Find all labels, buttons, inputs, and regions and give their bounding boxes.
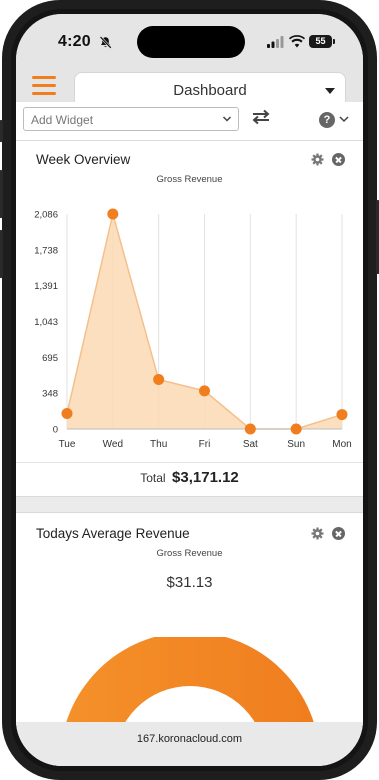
close-icon[interactable]: [332, 153, 345, 166]
y-tick-label: 1,391: [34, 281, 58, 292]
x-tick-label: Sun: [287, 439, 305, 450]
volume-up-button: [0, 170, 3, 218]
week-overview-title: Week Overview: [36, 152, 131, 167]
todays-average-title: Todays Average Revenue: [36, 526, 190, 541]
chevron-down-icon: [222, 116, 232, 122]
dynamic-island: [137, 26, 245, 58]
data-point: [153, 374, 165, 386]
x-tick-label: Thu: [150, 439, 167, 450]
bell-slash-icon: [99, 36, 112, 49]
status-bar: 4:20 55: [16, 14, 363, 68]
browser-url-bar[interactable]: 167.koronacloud.com: [16, 722, 363, 766]
data-point: [336, 409, 348, 421]
y-tick-label: 348: [42, 389, 58, 400]
x-tick-label: Sat: [243, 439, 258, 450]
dashboard-title: Dashboard: [173, 82, 247, 99]
total-label: Total: [140, 470, 166, 485]
chart-subtitle: Gross Revenue: [156, 548, 223, 559]
signal-icon: [267, 36, 284, 48]
y-tick-label: 695: [42, 353, 58, 364]
y-tick-label: 2,086: [34, 210, 58, 221]
x-tick-label: Tue: [59, 439, 76, 450]
add-widget-label: Add Widget: [31, 113, 94, 127]
close-icon[interactable]: [332, 527, 345, 540]
x-tick-label: Wed: [103, 439, 123, 450]
phone-frame: 4:20 55 Dashboard Add Widget ? Week Over…: [0, 0, 379, 780]
week-total: Total $3,171.12: [16, 469, 363, 487]
status-time: 4:20: [58, 33, 91, 50]
data-point: [244, 423, 256, 435]
average-value: $31.13: [166, 574, 213, 591]
week-overview-chart: 0 348 695 1,043 1,391 1,738 2,086 Tue Wed Thu Fri S…: [34, 208, 352, 450]
screen: 4:20 55 Dashboard Add Widget ? Week Over…: [16, 14, 363, 766]
x-tick-label: Fri: [199, 439, 211, 450]
y-tick-label: 1,043: [34, 317, 58, 328]
data-point: [107, 208, 119, 220]
gear-icon[interactable]: [311, 527, 324, 540]
caret-down-icon: [325, 88, 335, 94]
y-tick-label: 1,738: [34, 245, 58, 256]
chevron-down-icon[interactable]: [339, 115, 349, 123]
battery-icon: 55: [309, 35, 335, 48]
y-tick-label: 0: [53, 425, 58, 436]
card-gap: [16, 496, 363, 513]
divider: [16, 462, 363, 463]
add-widget-select[interactable]: Add Widget: [23, 107, 239, 131]
data-point: [290, 423, 302, 435]
chart-subtitle: Gross Revenue: [156, 174, 223, 185]
swap-icon[interactable]: [252, 109, 270, 125]
dashboard-content: Add Widget ? Week Overview Gross Revenue…: [16, 102, 363, 766]
data-point: [199, 385, 210, 397]
url-text: 167.koronacloud.com: [136, 733, 243, 745]
divider: [16, 140, 363, 141]
hamburger-menu-icon[interactable]: [32, 76, 56, 96]
action-button: [0, 120, 3, 142]
help-icon[interactable]: ?: [319, 112, 335, 128]
x-tick-label: Mon: [332, 439, 351, 450]
wifi-icon: [289, 35, 305, 48]
total-value: $3,171.12: [172, 469, 239, 487]
volume-down-button: [0, 230, 3, 278]
gear-icon[interactable]: [311, 153, 324, 166]
widget-toolbar: Add Widget ?: [16, 102, 363, 140]
data-point: [61, 408, 73, 420]
